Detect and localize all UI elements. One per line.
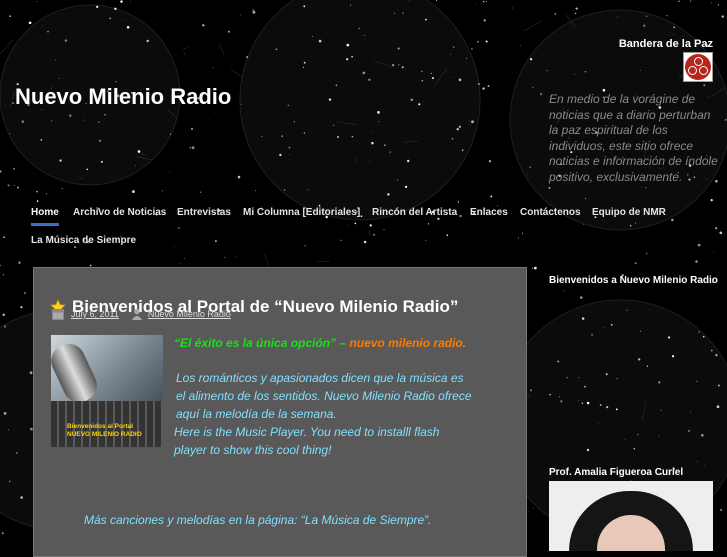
nav-enlaces[interactable]: Enlaces [470, 207, 508, 218]
active-nav-indicator [31, 223, 59, 226]
music-player-notice: Here is the Music Player. You need to in… [174, 423, 474, 459]
quote-brand: nuevo milenio radio. [349, 336, 466, 350]
post-meta: July 6, 2011 Nuevo Milenio Radio [52, 308, 231, 320]
calendar-icon [52, 308, 64, 320]
post-featured-image[interactable]: Bienvenidos al Portal NUEVO MILENIO RADI… [51, 335, 163, 447]
nav-entrevistas[interactable]: Entrevistas [177, 207, 231, 218]
post-date-link[interactable]: July 6, 2011 [71, 309, 119, 319]
nav-equipo-de-nmr[interactable]: Equipo de NMR [592, 207, 666, 218]
banner-of-peace-icon[interactable] [683, 52, 713, 82]
more-songs-text: Más canciones y melodías en la página: “… [84, 511, 432, 529]
image-caption: Bienvenidos al Portal NUEVO MILENIO RADI… [67, 423, 142, 439]
post-author-link[interactable]: Nuevo Milenio Radio [148, 309, 231, 319]
microphone-graphic [51, 339, 102, 408]
post-quote: “El éxito es la única opción” – nuevo mi… [174, 334, 466, 352]
site-title[interactable]: Nuevo Milenio Radio [15, 84, 231, 110]
author-icon [131, 308, 143, 320]
sidebar-profile-title: Prof. Amalia Figueroa Curiel [549, 467, 683, 478]
nav-rincon-del-artista[interactable]: Rincón del Artista [372, 207, 457, 218]
nav-home[interactable]: Home [31, 207, 59, 218]
sidebar-welcome-title: Bienvenidos a Nuevo Milenio Radio [549, 273, 719, 288]
profile-photo[interactable] [549, 481, 713, 551]
quote-text: “El éxito es la única opción” – [174, 336, 346, 350]
nav-contactenos[interactable]: Contáctenos [520, 207, 581, 218]
site-tagline: En medio de la vorágine de noticias que … [549, 92, 719, 185]
post-body: Los románticos y apasionados dicen que l… [174, 369, 474, 459]
nav-la-musica-de-siempre[interactable]: La Música de Siempre [31, 235, 136, 246]
post-card: Bienvenidos al Portal de “Nuevo Milenio … [33, 267, 527, 557]
nav-archivo-de-noticias[interactable]: Archivo de Noticias [73, 207, 166, 218]
post-body-paragraph: Los románticos y apasionados dicen que l… [174, 369, 474, 423]
flag-widget-title: Bandera de la Paz [619, 38, 713, 50]
nav-mi-columna[interactable]: Mi Columna [Editoriales] [243, 207, 360, 218]
